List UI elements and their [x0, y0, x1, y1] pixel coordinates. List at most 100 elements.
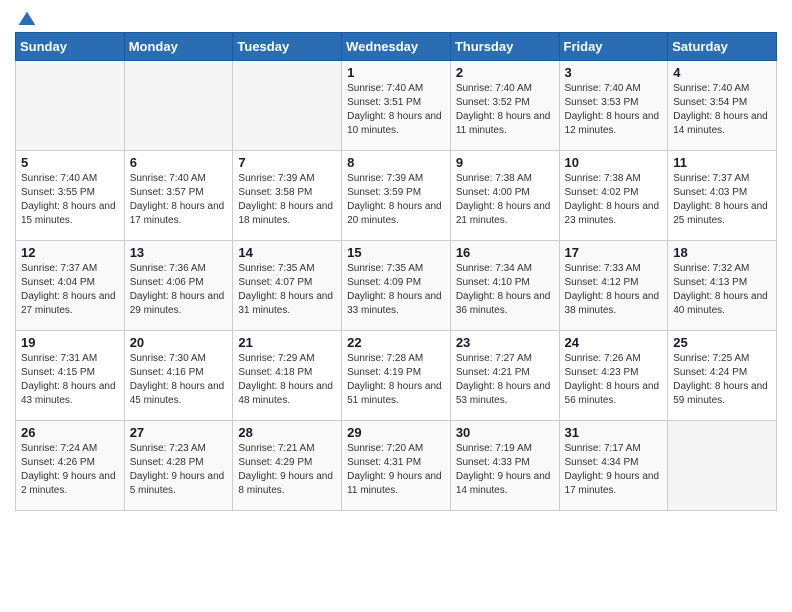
calendar-cell: 18Sunrise: 7:32 AM Sunset: 4:13 PM Dayli…	[668, 241, 777, 331]
day-info: Sunrise: 7:23 AM Sunset: 4:28 PM Dayligh…	[130, 442, 228, 498]
calendar-cell: 22 Sunrise: 7:28 AM Sunset: 4:19 PM Dayli…	[342, 331, 451, 421]
day-info: Sunrise: 7:30 AM Sunset: 4:16 PM Dayligh…	[130, 352, 228, 408]
day-info: Sunrise: 7:37 AM Sunset: 4:03 PM Dayligh…	[673, 172, 771, 228]
calendar-table: SundayMondayTuesdayWednesdayThursdayFrid…	[15, 32, 777, 511]
day-number: 2	[456, 65, 554, 80]
day-info: Sunrise: 7:40 AM Sunset: 3:57 PM Dayligh…	[130, 172, 228, 228]
day-info: Sunrise: 7:37 AM Sunset: 4:04 PM Dayligh…	[21, 262, 119, 318]
day-info: Sunrise: 7:25 AM Sunset: 4:24 PM Dayligh…	[673, 352, 771, 408]
calendar-cell: 14 Sunrise: 7:35 AM Sunset: 4:07 PM Dayli…	[233, 241, 342, 331]
calendar-cell: 5 Sunrise: 7:40 AM Sunset: 3:55 PM Daylig…	[16, 151, 125, 241]
day-info: Sunrise: 7:38 AM Sunset: 4:00 PM Dayligh…	[456, 172, 554, 228]
day-number: 20	[130, 335, 228, 350]
day-number: 11	[673, 155, 771, 170]
day-header-friday: Friday	[559, 33, 668, 61]
day-info: Sunrise: 7:17 AM Sunset: 4:34 PM Dayligh…	[565, 442, 663, 498]
day-info: Sunrise: 7:19 AM Sunset: 4:33 PM Dayligh…	[456, 442, 554, 498]
calendar-cell: 16 Sunrise: 7:34 AM Sunset: 4:10 PM Dayli…	[450, 241, 559, 331]
calendar-cell: 21Sunrise: 7:29 AM Sunset: 4:18 PM Dayli…	[233, 331, 342, 421]
calendar-cell: 10 Sunrise: 7:38 AM Sunset: 4:02 PM Dayli…	[559, 151, 668, 241]
day-info: Sunrise: 7:35 AM Sunset: 4:09 PM Dayligh…	[347, 262, 445, 318]
day-number: 23	[456, 335, 554, 350]
day-info: Sunrise: 7:40 AM Sunset: 3:53 PM Dayligh…	[565, 82, 663, 138]
calendar-cell: 23 Sunrise: 7:27 AM Sunset: 4:21 PM Dayli…	[450, 331, 559, 421]
calendar-cell: 30 Sunrise: 7:19 AM Sunset: 4:33 PM Dayli…	[450, 421, 559, 511]
calendar-cell: 15Sunrise: 7:35 AM Sunset: 4:09 PM Dayli…	[342, 241, 451, 331]
day-number: 30	[456, 425, 554, 440]
calendar-cell: 26 Sunrise: 7:24 AM Sunset: 4:26 PM Dayli…	[16, 421, 125, 511]
day-number: 22	[347, 335, 445, 350]
calendar-cell: 31 Sunrise: 7:17 AM Sunset: 4:34 PM Dayli…	[559, 421, 668, 511]
calendar-cell: 19 Sunrise: 7:31 AM Sunset: 4:15 PM Dayli…	[16, 331, 125, 421]
calendar-cell: 29 Sunrise: 7:20 AM Sunset: 4:31 PM Dayli…	[342, 421, 451, 511]
calendar-header-row: SundayMondayTuesdayWednesdayThursdayFrid…	[16, 33, 777, 61]
day-info: Sunrise: 7:34 AM Sunset: 4:10 PM Dayligh…	[456, 262, 554, 318]
day-number: 1	[347, 65, 445, 80]
day-info: Sunrise: 7:33 AM Sunset: 4:12 PM Dayligh…	[565, 262, 663, 318]
day-number: 13	[130, 245, 228, 260]
day-header-saturday: Saturday	[668, 33, 777, 61]
week-row-2: 5 Sunrise: 7:40 AM Sunset: 3:55 PM Daylig…	[16, 151, 777, 241]
day-header-monday: Monday	[124, 33, 233, 61]
day-info: Sunrise: 7:39 AM Sunset: 3:58 PM Dayligh…	[238, 172, 336, 228]
calendar-cell: 20 Sunrise: 7:30 AM Sunset: 4:16 PM Dayli…	[124, 331, 233, 421]
calendar-cell: 12 Sunrise: 7:37 AM Sunset: 4:04 PM Dayli…	[16, 241, 125, 331]
calendar-cell: 6 Sunrise: 7:40 AM Sunset: 3:57 PM Daylig…	[124, 151, 233, 241]
day-header-tuesday: Tuesday	[233, 33, 342, 61]
day-info: Sunrise: 7:21 AM Sunset: 4:29 PM Dayligh…	[238, 442, 336, 498]
day-info: Sunrise: 7:36 AM Sunset: 4:06 PM Dayligh…	[130, 262, 228, 318]
day-number: 5	[21, 155, 119, 170]
calendar-cell: 8 Sunrise: 7:39 AM Sunset: 3:59 PM Daylig…	[342, 151, 451, 241]
calendar-cell: 17 Sunrise: 7:33 AM Sunset: 4:12 PM Dayli…	[559, 241, 668, 331]
day-info: Sunrise: 7:31 AM Sunset: 4:15 PM Dayligh…	[21, 352, 119, 408]
day-info: Sunrise: 7:20 AM Sunset: 4:31 PM Dayligh…	[347, 442, 445, 498]
day-number: 14	[238, 245, 336, 260]
day-info: Sunrise: 7:40 AM Sunset: 3:52 PM Dayligh…	[456, 82, 554, 138]
day-info: Sunrise: 7:35 AM Sunset: 4:07 PM Dayligh…	[238, 262, 336, 318]
day-info: Sunrise: 7:40 AM Sunset: 3:51 PM Dayligh…	[347, 82, 445, 138]
day-number: 29	[347, 425, 445, 440]
day-number: 10	[565, 155, 663, 170]
calendar-cell: 4Sunrise: 7:40 AM Sunset: 3:54 PM Daylig…	[668, 61, 777, 151]
week-row-3: 12 Sunrise: 7:37 AM Sunset: 4:04 PM Dayli…	[16, 241, 777, 331]
day-number: 7	[238, 155, 336, 170]
day-info: Sunrise: 7:26 AM Sunset: 4:23 PM Dayligh…	[565, 352, 663, 408]
day-info: Sunrise: 7:40 AM Sunset: 3:55 PM Dayligh…	[21, 172, 119, 228]
day-number: 31	[565, 425, 663, 440]
calendar-cell: 25 Sunrise: 7:25 AM Sunset: 4:24 PM Dayli…	[668, 331, 777, 421]
day-header-thursday: Thursday	[450, 33, 559, 61]
day-info: Sunrise: 7:27 AM Sunset: 4:21 PM Dayligh…	[456, 352, 554, 408]
day-info: Sunrise: 7:38 AM Sunset: 4:02 PM Dayligh…	[565, 172, 663, 228]
day-number: 19	[21, 335, 119, 350]
day-number: 3	[565, 65, 663, 80]
calendar-cell: 9 Sunrise: 7:38 AM Sunset: 4:00 PM Daylig…	[450, 151, 559, 241]
calendar-cell: 2 Sunrise: 7:40 AM Sunset: 3:52 PM Daylig…	[450, 61, 559, 151]
day-number: 17	[565, 245, 663, 260]
day-number: 27	[130, 425, 228, 440]
calendar-cell: 11 Sunrise: 7:37 AM Sunset: 4:03 PM Dayli…	[668, 151, 777, 241]
calendar-cell	[124, 61, 233, 151]
calendar-cell	[233, 61, 342, 151]
day-number: 28	[238, 425, 336, 440]
day-number: 8	[347, 155, 445, 170]
day-number: 24	[565, 335, 663, 350]
calendar-cell: 27 Sunrise: 7:23 AM Sunset: 4:28 PM Dayli…	[124, 421, 233, 511]
calendar-cell: 1 Sunrise: 7:40 AM Sunset: 3:51 PM Daylig…	[342, 61, 451, 151]
week-row-5: 26 Sunrise: 7:24 AM Sunset: 4:26 PM Dayli…	[16, 421, 777, 511]
page-header	[15, 10, 777, 24]
day-number: 26	[21, 425, 119, 440]
day-header-wednesday: Wednesday	[342, 33, 451, 61]
day-info: Sunrise: 7:28 AM Sunset: 4:19 PM Dayligh…	[347, 352, 445, 408]
week-row-4: 19 Sunrise: 7:31 AM Sunset: 4:15 PM Dayli…	[16, 331, 777, 421]
day-info: Sunrise: 7:32 AM Sunset: 4:13 PM Dayligh…	[673, 262, 771, 318]
day-info: Sunrise: 7:40 AM Sunset: 3:54 PM Dayligh…	[673, 82, 771, 138]
calendar-cell: 3 Sunrise: 7:40 AM Sunset: 3:53 PM Daylig…	[559, 61, 668, 151]
day-number: 6	[130, 155, 228, 170]
day-number: 16	[456, 245, 554, 260]
day-number: 12	[21, 245, 119, 260]
day-info: Sunrise: 7:24 AM Sunset: 4:26 PM Dayligh…	[21, 442, 119, 498]
day-number: 25	[673, 335, 771, 350]
day-number: 9	[456, 155, 554, 170]
calendar-cell	[16, 61, 125, 151]
day-info: Sunrise: 7:39 AM Sunset: 3:59 PM Dayligh…	[347, 172, 445, 228]
